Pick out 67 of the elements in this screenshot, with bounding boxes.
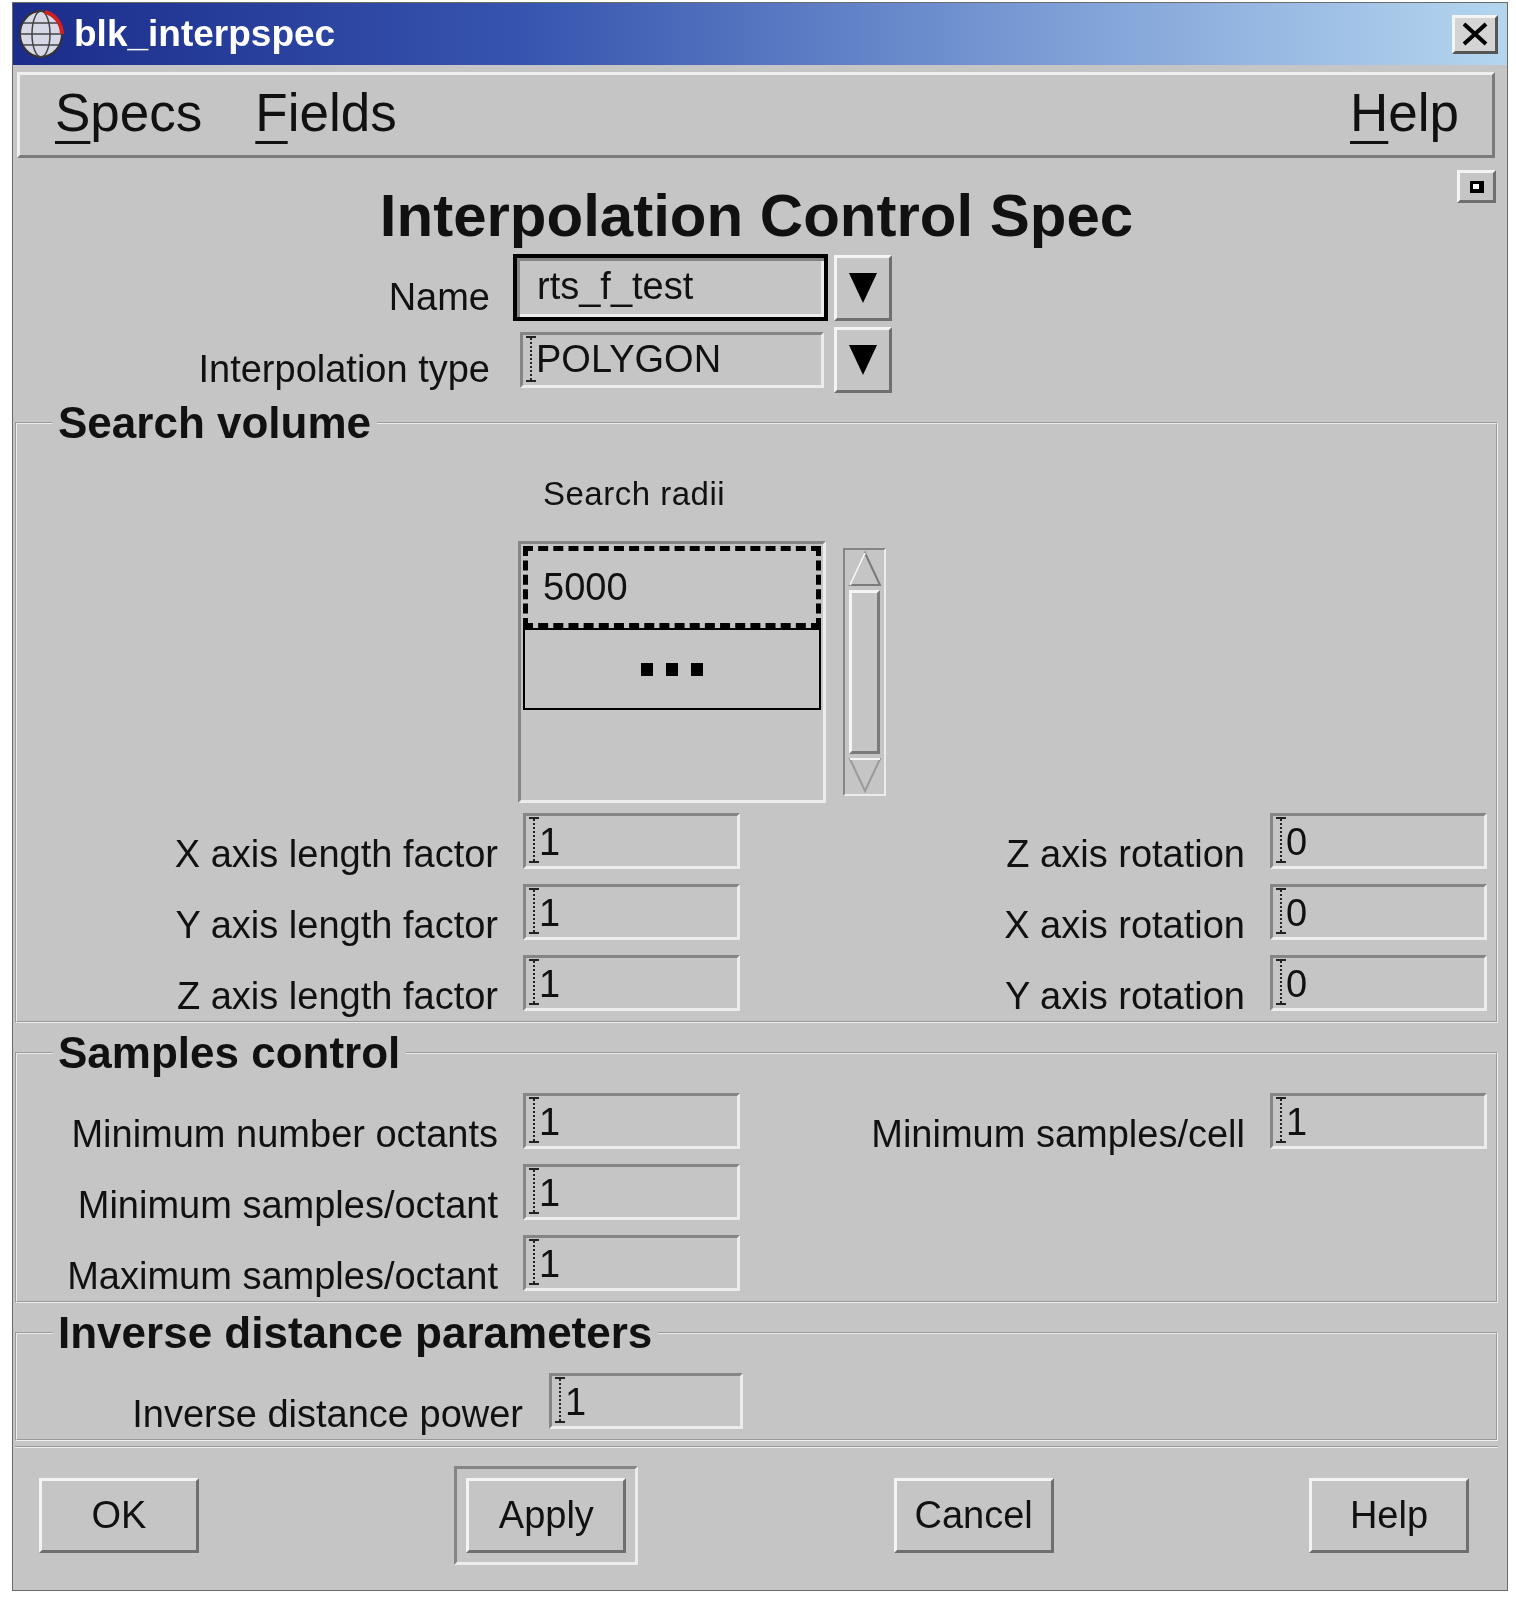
combo-field[interactable]: POLYGON bbox=[520, 332, 824, 388]
close-icon bbox=[1462, 22, 1488, 46]
text-cursor-icon bbox=[1276, 817, 1286, 863]
text-cursor-icon bbox=[529, 1239, 539, 1285]
text-cursor-icon bbox=[529, 817, 539, 863]
field-label: Y axis rotation bbox=[1004, 974, 1245, 1018]
field-label: Interpolation type bbox=[197, 347, 490, 391]
field-label: X axis length factor bbox=[174, 832, 498, 876]
group-title: Search volume bbox=[57, 399, 373, 447]
dropdown-button[interactable] bbox=[834, 254, 892, 321]
caret-down-icon bbox=[849, 272, 877, 303]
text-cursor-icon bbox=[529, 1097, 539, 1143]
group-title: Samples control bbox=[57, 1029, 402, 1077]
dialog-button[interactable]: OK bbox=[39, 1478, 199, 1553]
list-item[interactable] bbox=[523, 628, 821, 710]
input-field[interactable]: 1 bbox=[523, 1093, 740, 1149]
dialog-button[interactable]: Help bbox=[1309, 1478, 1469, 1553]
text-cursor-icon bbox=[529, 959, 539, 1005]
input-field[interactable]: 1 bbox=[549, 1373, 743, 1429]
text-cursor-icon bbox=[1276, 888, 1286, 934]
globe-icon bbox=[18, 9, 64, 59]
group-title: Inverse distance parameters bbox=[57, 1309, 654, 1357]
menu-item[interactable]: Fields bbox=[255, 83, 397, 143]
ellipsis-icon bbox=[641, 662, 703, 676]
scrollbar-thumb[interactable] bbox=[849, 590, 880, 754]
corner-button[interactable] bbox=[1457, 170, 1496, 203]
down-arrow-icon[interactable] bbox=[847, 757, 882, 793]
list-label: Search radii bbox=[543, 476, 726, 512]
square-icon bbox=[1469, 180, 1484, 193]
field-label: X axis rotation bbox=[1004, 903, 1245, 947]
input-field[interactable]: 1 bbox=[523, 884, 740, 940]
text-cursor-icon bbox=[1276, 1097, 1286, 1143]
input-field[interactable]: 1 bbox=[523, 1235, 740, 1291]
input-field[interactable]: 1 bbox=[523, 813, 740, 869]
input-field[interactable]: 1 bbox=[523, 955, 740, 1011]
input-field[interactable]: 0 bbox=[1270, 813, 1487, 869]
input-field[interactable]: 0 bbox=[1270, 955, 1487, 1011]
field-label: Z axis length factor bbox=[176, 974, 498, 1018]
input-field[interactable]: 0 bbox=[1270, 884, 1487, 940]
up-arrow-icon[interactable] bbox=[847, 551, 882, 587]
field-label: Name bbox=[387, 275, 490, 319]
text-cursor-icon bbox=[1276, 959, 1286, 1005]
input-field[interactable]: 1 bbox=[523, 1164, 740, 1220]
field-label: Inverse distance power bbox=[132, 1392, 523, 1436]
close-button[interactable] bbox=[1452, 14, 1498, 54]
dialog-heading: Interpolation Control Spec bbox=[379, 183, 1134, 249]
text-cursor-icon bbox=[526, 336, 536, 382]
dialog-button[interactable]: Cancel bbox=[893, 1478, 1054, 1553]
text-cursor-icon bbox=[529, 888, 539, 934]
window-title: blk_interpspec bbox=[74, 12, 336, 56]
caret-down-icon bbox=[849, 345, 877, 375]
text-cursor-icon bbox=[529, 1168, 539, 1214]
list-item[interactable]: 5000 bbox=[523, 546, 821, 628]
scrollbar[interactable] bbox=[843, 548, 886, 796]
field-label: Minimum samples/cell bbox=[871, 1112, 1245, 1156]
field-label: Y axis length factor bbox=[175, 903, 498, 947]
dropdown-button[interactable] bbox=[834, 327, 892, 393]
menu-item[interactable]: Specs bbox=[55, 83, 203, 143]
field-label: Maximum samples/octant bbox=[67, 1254, 498, 1298]
input-field[interactable]: 1 bbox=[1270, 1093, 1487, 1149]
combo-field[interactable]: rts_f_test bbox=[513, 254, 828, 321]
field-label: Minimum samples/octant bbox=[77, 1183, 498, 1227]
field-label: Minimum number octants bbox=[71, 1112, 498, 1156]
text-cursor-icon bbox=[555, 1377, 565, 1423]
field-label: Z axis rotation bbox=[1006, 832, 1245, 876]
dialog-button[interactable]: Apply bbox=[454, 1466, 639, 1565]
menu-item[interactable]: Help bbox=[1350, 83, 1459, 143]
